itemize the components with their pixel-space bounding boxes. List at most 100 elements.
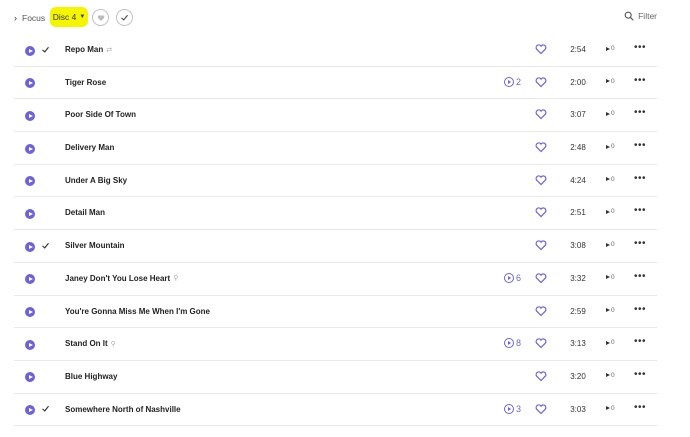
link-icon: ⚲ <box>173 275 179 283</box>
more-options-icon[interactable]: ••• <box>634 271 646 282</box>
versions-icon <box>504 338 514 349</box>
track-row[interactable]: Repo Man ⇄ 2:54 0 ••• <box>14 34 657 67</box>
track-title[interactable]: Silver Mountain <box>65 241 125 250</box>
play-icon[interactable] <box>25 143 35 154</box>
play-icon[interactable] <box>25 307 35 317</box>
disc-selector[interactable]: Disc 4 ▼ <box>50 7 88 27</box>
track-row[interactable]: Detail Man 2:51 0 ••• <box>14 197 657 231</box>
heart-icon[interactable] <box>535 305 547 317</box>
track-title[interactable]: Delivery Man <box>65 143 114 152</box>
checkmark-icon[interactable] <box>39 43 51 55</box>
play-icon[interactable] <box>25 208 35 219</box>
track-row[interactable]: Somewhere North of Nashville 3 3:03 0 ••• <box>14 394 657 427</box>
heart-icon[interactable] <box>535 108 547 120</box>
heart-icon[interactable] <box>535 337 547 349</box>
play-count: 0 <box>606 110 615 117</box>
versions-count: 2 <box>516 76 522 87</box>
more-options-icon[interactable]: ••• <box>634 42 646 53</box>
play-icon[interactable] <box>25 110 35 121</box>
track-row[interactable]: Blue Highway 3:20 0 ••• <box>14 361 657 394</box>
play-count-value: 0 <box>611 404 615 412</box>
track-title[interactable]: Under A Big Sky <box>65 176 127 185</box>
play-icon[interactable] <box>25 405 35 416</box>
track-row[interactable]: You're Gonna Miss Me When I'm Gone 2:59 0 •… <box>14 296 657 329</box>
track-title[interactable]: Stand On It ⚲ <box>65 339 116 348</box>
heart-icon[interactable] <box>535 370 547 382</box>
filter-label: Filter <box>638 11 657 21</box>
heart-icon[interactable] <box>535 141 547 153</box>
track-row[interactable]: Under A Big Sky 4:24 0 ••• <box>14 165 657 198</box>
play-count-value: 0 <box>611 143 615 151</box>
more-options-icon[interactable]: ••• <box>634 402 646 413</box>
more-options-icon[interactable]: ••• <box>634 75 646 86</box>
track-row[interactable]: Tiger Rose 2 2:00 0 ••• <box>14 67 657 100</box>
track-title-text: Somewhere North of Nashville <box>65 404 181 414</box>
more-options-icon[interactable]: ••• <box>634 173 646 184</box>
versions-button[interactable]: 2 <box>504 76 522 87</box>
track-duration: 2:59 <box>570 306 586 316</box>
checkmark-icon[interactable] <box>39 403 51 415</box>
track-title[interactable]: Blue Highway <box>65 372 117 381</box>
versions-button[interactable]: 8 <box>504 338 521 349</box>
more-options-icon[interactable]: ••• <box>634 238 646 249</box>
track-title-text: Under A Big Sky <box>65 175 128 185</box>
more-options-icon[interactable]: ••• <box>634 336 646 347</box>
heart-icon[interactable] <box>535 206 547 218</box>
track-duration: 2:54 <box>570 45 586 54</box>
play-count-icon <box>606 406 610 411</box>
more-options-icon[interactable]: ••• <box>634 140 646 151</box>
filter-button[interactable]: Filter <box>624 11 657 21</box>
play-icon[interactable] <box>25 339 35 350</box>
track-title[interactable]: Detail Man <box>65 208 105 217</box>
track-title-text: Janey Don't You Lose Heart <box>65 273 171 283</box>
heart-icon[interactable] <box>535 272 547 284</box>
track-list: Repo Man ⇄ 2:54 0 ••• Tiger Rose 2 2:00 0 ••• Poor… <box>14 34 657 427</box>
play-icon[interactable] <box>25 45 35 56</box>
more-options-icon[interactable]: ••• <box>634 369 646 380</box>
more-options-icon[interactable]: ••• <box>634 107 646 118</box>
track-duration: 3:08 <box>570 241 586 251</box>
heart-icon[interactable] <box>535 174 547 186</box>
track-title[interactable]: Somewhere North of Nashville <box>65 405 181 414</box>
track-title[interactable]: Tiger Rose <box>65 78 106 87</box>
track-row[interactable]: Janey Don't You Lose Heart ⚲ 6 3:32 0 ••• <box>14 263 657 296</box>
heart-icon[interactable] <box>535 239 547 251</box>
track-title[interactable]: Poor Side Of Town <box>65 110 136 119</box>
play-icon[interactable] <box>25 274 35 285</box>
more-options-icon[interactable]: ••• <box>634 304 646 315</box>
checkmark-icon <box>121 14 128 21</box>
play-icon[interactable] <box>25 176 35 187</box>
track-title[interactable]: You're Gonna Miss Me When I'm Gone <box>65 307 210 316</box>
track-duration: 3:32 <box>570 273 586 283</box>
versions-button[interactable]: 6 <box>504 272 522 283</box>
heart-icon[interactable] <box>535 403 547 415</box>
track-row[interactable]: Stand On It ⚲ 8 3:13 0 ••• <box>14 328 657 361</box>
versions-icon <box>504 76 514 87</box>
play-count-icon <box>606 111 610 116</box>
play-count-value: 0 <box>611 45 615 52</box>
versions-count: 6 <box>516 272 522 283</box>
track-row[interactable]: Delivery Man 2:48 0 ••• <box>14 132 657 165</box>
mark-complete-button[interactable] <box>116 9 133 26</box>
play-icon[interactable] <box>25 241 35 252</box>
favorite-button[interactable] <box>92 9 109 26</box>
play-icon[interactable] <box>25 372 35 383</box>
focus-button[interactable]: › Focus <box>14 12 45 24</box>
versions-button[interactable]: 3 <box>504 403 522 414</box>
heart-icon[interactable] <box>535 76 547 88</box>
play-icon[interactable] <box>25 78 35 89</box>
track-title[interactable]: Repo Man ⇄ <box>65 45 112 54</box>
track-title-text: You're Gonna Miss Me When I'm Gone <box>65 306 211 316</box>
track-row[interactable]: Silver Mountain 3:08 0 ••• <box>14 230 657 263</box>
more-options-icon[interactable]: ••• <box>634 205 646 216</box>
play-count-icon <box>606 209 610 214</box>
track-row[interactable]: Poor Side Of Town 3:07 0 ••• <box>14 99 657 133</box>
track-title-text: Delivery Man <box>65 143 115 153</box>
toolbar: › Focus Disc 4 ▼ Filter <box>0 0 690 36</box>
versions-count: 3 <box>516 403 522 414</box>
play-count-icon <box>606 373 610 378</box>
shuffle-icon: ⇄ <box>106 46 113 54</box>
heart-icon[interactable] <box>535 43 547 55</box>
checkmark-icon[interactable] <box>39 239 51 251</box>
track-title[interactable]: Janey Don't You Lose Heart ⚲ <box>65 274 178 283</box>
